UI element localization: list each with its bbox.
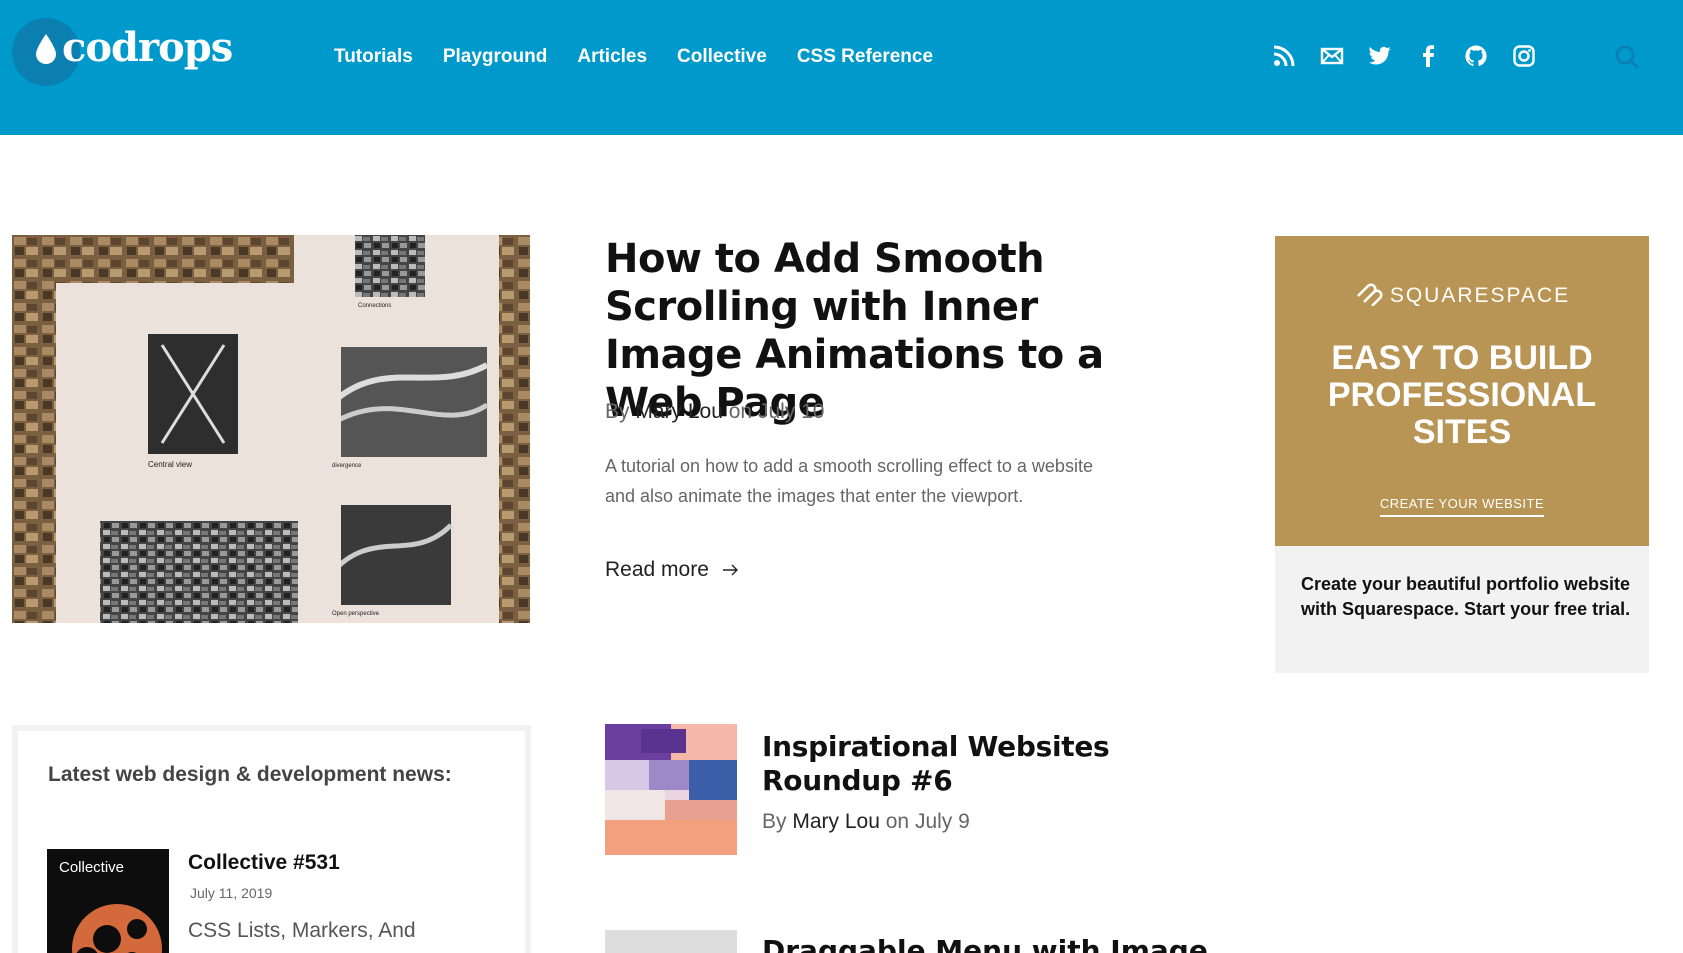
byline-by: By xyxy=(605,400,630,423)
article-thumbnail[interactable] xyxy=(605,724,737,855)
mail-icon[interactable] xyxy=(1320,44,1344,68)
nav-playground[interactable]: Playground xyxy=(443,46,548,68)
main-nav: Tutorials Playground Articles Collective… xyxy=(334,46,933,68)
site-logo[interactable]: codrops xyxy=(12,18,233,86)
read-more-link[interactable]: Read more xyxy=(605,558,739,582)
ad-cta-label: CREATE YOUR WEBSITE xyxy=(1379,496,1545,517)
instagram-icon[interactable] xyxy=(1512,44,1536,68)
featured-byline: By Mary Lou on July 10 xyxy=(605,400,824,424)
news-box: Latest web design & development news: Co… xyxy=(12,725,531,953)
image-label-central-view: Central view xyxy=(148,460,192,469)
site-header: codrops Tutorials Playground Articles Co… xyxy=(0,0,1683,135)
github-icon[interactable] xyxy=(1464,44,1488,68)
featured-image[interactable]: Central view Connections divergence Open… xyxy=(12,235,530,623)
search-icon[interactable] xyxy=(1614,44,1640,70)
nav-css-reference[interactable]: CSS Reference xyxy=(797,46,933,68)
facebook-icon[interactable] xyxy=(1416,44,1440,68)
article-byline: By Mary Lou on July 9 xyxy=(762,810,970,834)
nav-tutorials[interactable]: Tutorials xyxy=(334,46,413,68)
article-title[interactable]: Inspirational Websites Roundup #6 xyxy=(762,730,1192,798)
ad-brand-name: SQUARESPACE xyxy=(1389,284,1571,307)
twitter-icon[interactable] xyxy=(1368,44,1392,68)
image-label-connections: Connections xyxy=(358,303,391,309)
byline-date: on July 10 xyxy=(728,400,825,423)
news-item-title[interactable]: Collective #531 xyxy=(188,851,340,875)
featured-title[interactable]: How to Add Smooth Scrolling with Inner I… xyxy=(605,235,1125,427)
collective-thumbnail[interactable]: Collective xyxy=(47,849,169,953)
article-thumbnail[interactable] xyxy=(605,930,737,953)
ad-cta[interactable]: CREATE YOUR WEBSITE xyxy=(1275,496,1649,517)
image-label-open-perspective: Open perspective xyxy=(332,611,380,617)
image-label-divergence: divergence xyxy=(332,463,362,469)
nav-collective[interactable]: Collective xyxy=(677,46,767,68)
ad-text: Create your beautiful portfolio website … xyxy=(1301,574,1631,619)
featured-excerpt: A tutorial on how to add a smooth scroll… xyxy=(605,456,1093,506)
arrow-right-icon xyxy=(722,564,738,576)
squarespace-logo-icon xyxy=(1356,283,1383,307)
ad-brand: SQUARESPACE xyxy=(1275,282,1649,308)
squarespace-ad[interactable]: SQUARESPACE EASY TO BUILD PROFESSIONAL S… xyxy=(1275,236,1649,673)
featured-author-link[interactable]: Mary Lou xyxy=(635,400,723,423)
rss-icon[interactable] xyxy=(1272,44,1296,68)
collective-art xyxy=(72,904,162,953)
article-thumbnail-art xyxy=(605,724,737,855)
byline-by: By xyxy=(762,810,787,833)
article-title[interactable]: Draggable Menu with Image xyxy=(762,934,1208,953)
logo-text: codrops xyxy=(62,24,233,71)
social-links xyxy=(1272,44,1536,68)
read-more-label: Read more xyxy=(605,558,709,581)
byline-date: on July 9 xyxy=(885,810,970,833)
featured-image-art: Central view Connections divergence Open… xyxy=(12,235,530,623)
news-item-text: CSS Lists, Markers, And xyxy=(188,919,416,942)
news-heading: Latest web design & development news: xyxy=(48,763,452,786)
news-item-date: July 11, 2019 xyxy=(190,885,273,901)
nav-articles[interactable]: Articles xyxy=(577,46,647,68)
article-author-link[interactable]: Mary Lou xyxy=(792,810,880,833)
ad-headline: EASY TO BUILD PROFESSIONAL SITES xyxy=(1327,339,1597,451)
ad-banner: SQUARESPACE EASY TO BUILD PROFESSIONAL S… xyxy=(1275,236,1649,546)
droplet-icon xyxy=(36,34,56,64)
